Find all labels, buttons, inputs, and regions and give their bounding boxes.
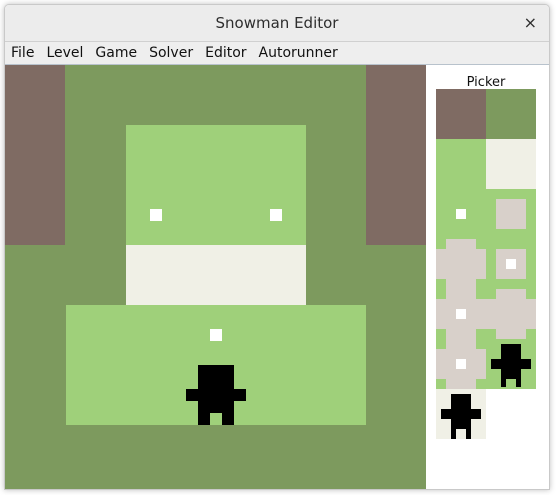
menu-bar: File Level Game Solver Editor Autorunner bbox=[5, 42, 549, 65]
close-icon[interactable]: × bbox=[524, 5, 537, 41]
snow-pile[interactable] bbox=[126, 245, 306, 305]
snow-flake bbox=[150, 209, 162, 221]
snow-flake bbox=[506, 259, 516, 269]
wall-right[interactable] bbox=[366, 65, 426, 245]
picker-tile-small-snowball[interactable] bbox=[486, 189, 536, 239]
menu-level[interactable]: Level bbox=[40, 42, 89, 64]
picker-tile-large-small-snowball[interactable] bbox=[436, 289, 486, 339]
snowball-stack-icon bbox=[436, 339, 486, 389]
wall-left[interactable] bbox=[5, 65, 65, 245]
picker-title: Picker bbox=[466, 75, 506, 90]
title-bar: Snowman Editor × bbox=[5, 5, 549, 42]
picker-tile-snow-pile[interactable] bbox=[486, 139, 536, 189]
player-icon bbox=[441, 394, 481, 439]
picker-tile-wall[interactable] bbox=[436, 89, 486, 139]
snow-flake bbox=[210, 329, 222, 341]
small-snowball-icon bbox=[496, 199, 526, 229]
picker-tile-medium-snowball[interactable] bbox=[486, 289, 536, 339]
level-board[interactable] bbox=[5, 65, 426, 489]
picker-tile-snow-ground[interactable] bbox=[436, 139, 486, 189]
menu-file[interactable]: File bbox=[5, 42, 40, 64]
large-small-snowball-icon bbox=[436, 289, 486, 339]
picker-tile-player[interactable] bbox=[486, 339, 536, 389]
menu-solver[interactable]: Solver bbox=[143, 42, 199, 64]
picker-tile-grass[interactable] bbox=[486, 89, 536, 139]
player-icon bbox=[491, 344, 531, 387]
large-snowball-icon bbox=[436, 239, 486, 289]
window-title: Snowman Editor bbox=[215, 14, 339, 32]
picker-tile-snow-dot[interactable] bbox=[436, 189, 486, 239]
picker-tile-large-snowball[interactable] bbox=[436, 239, 486, 289]
player-icon[interactable] bbox=[186, 365, 246, 425]
snowman-editor-window: Snowman Editor × File Level Game Solver … bbox=[4, 4, 550, 490]
menu-autorunner[interactable]: Autorunner bbox=[253, 42, 344, 64]
picker-tile-snowball-stack[interactable] bbox=[436, 339, 486, 389]
menu-editor[interactable]: Editor bbox=[199, 42, 252, 64]
picker-tile-player-on-snow[interactable] bbox=[436, 389, 486, 439]
picker-panel: Picker bbox=[426, 65, 549, 489]
snow-flake bbox=[456, 209, 466, 219]
medium-snowball-icon bbox=[486, 289, 536, 339]
menu-game[interactable]: Game bbox=[89, 42, 143, 64]
snow-area-upper[interactable] bbox=[126, 125, 306, 245]
snow-flake bbox=[270, 209, 282, 221]
picker-tile-snowball-dot[interactable] bbox=[486, 239, 536, 289]
